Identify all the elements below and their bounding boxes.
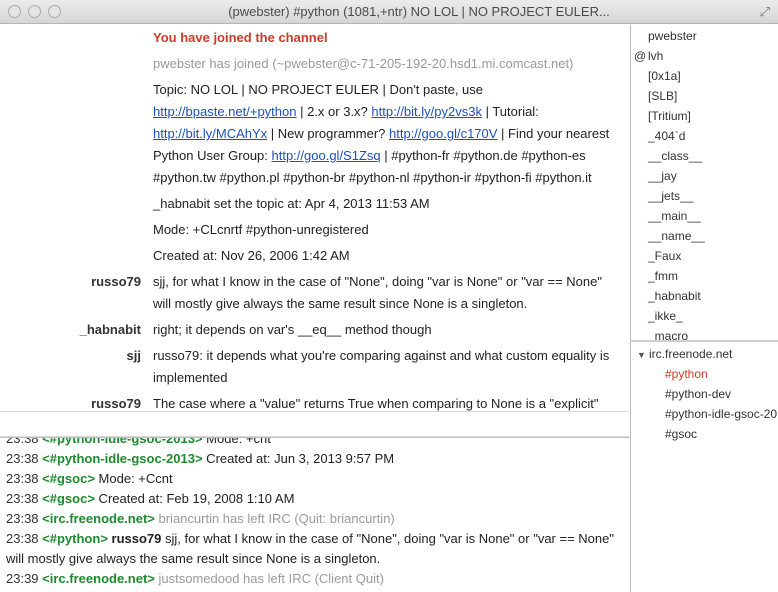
log-row: 23:38 <#python-idle-gsoc-2013> Created a… (6, 451, 395, 466)
user-item[interactable]: [SLB] (631, 86, 778, 106)
user-item[interactable]: _macro (631, 326, 778, 340)
disclosure-triangle-icon[interactable]: ▼ (637, 345, 649, 365)
user-item[interactable]: __class__ (631, 146, 778, 166)
log-row: 23:38 <irc.freenode.net> briancurtin has… (6, 511, 395, 526)
topic-link-py2vs3k[interactable]: http://bit.ly/py2vs3k (371, 104, 482, 119)
message-text: The case where a "value" returns True wh… (153, 396, 599, 411)
message-nick[interactable]: _habnabit (0, 319, 141, 341)
user-item[interactable]: _404`d (631, 126, 778, 146)
message-nick[interactable]: russo79 (0, 393, 141, 411)
user-item[interactable]: _ikke_ (631, 306, 778, 326)
log-row: 23:39 <irc.freenode.net> justsomedood ha… (6, 571, 384, 586)
chat-message: russo79 The case where a "value" returns… (0, 393, 629, 411)
message-text: russo79: it depends what you're comparin… (153, 348, 610, 385)
user-item[interactable]: [0x1a] (631, 66, 778, 86)
minimize-window-button[interactable] (28, 5, 41, 18)
mode-message: Mode: +CLcnrtf #python-unregistered (153, 222, 369, 237)
window-title: (pwebster) #python (1081,+ntr) NO LOL | … (228, 4, 610, 19)
tree-channel-python[interactable]: #python (631, 364, 778, 384)
title-bar: (pwebster) #python (1081,+ntr) NO LOL | … (0, 0, 778, 24)
log-row: 23:38 <#gsoc> Mode: +Ccnt (6, 471, 173, 486)
zoom-window-button[interactable] (48, 5, 61, 18)
user-item[interactable]: __main__ (631, 206, 778, 226)
fullscreen-icon[interactable]: ⤢ (760, 4, 770, 20)
tree-channel-python-idle-gsoc[interactable]: #python-idle-gsoc-20 (631, 404, 778, 424)
message-text: right; it depends on var's __eq__ method… (153, 322, 432, 337)
message-nick[interactable]: sjj (0, 345, 141, 367)
topic-link-user-group[interactable]: http://goo.gl/S1Zsq (272, 148, 381, 163)
message-nick[interactable]: russo79 (0, 271, 141, 293)
server-log[interactable]: 23:38 <#python-idle-gsoc-2013> Mode: +cn… (0, 437, 629, 592)
user-item[interactable]: __jets__ (631, 186, 778, 206)
log-row: 23:38 <#gsoc> Created at: Feb 19, 2008 1… (6, 491, 295, 506)
topic-link-new-programmer[interactable]: http://goo.gl/c170V (389, 126, 497, 141)
chat-view[interactable]: You have joined the channel pwebster has… (0, 25, 629, 411)
log-row: 23:38 <#python> russo79 sjj, for what I … (6, 531, 614, 566)
server-tree[interactable]: ▼ irc.freenode.net #python #python-dev #p… (630, 342, 778, 592)
user-item[interactable]: __jay (631, 166, 778, 186)
topic-set-message: _habnabit set the topic at: Apr 4, 2013 … (153, 196, 430, 211)
joined-notice: You have joined the channel (153, 30, 328, 45)
user-item[interactable]: _habnabit (631, 286, 778, 306)
topic-link-tutorial[interactable]: http://bit.ly/MCAhYx (153, 126, 267, 141)
chat-message: sjj russo79: it depends what you're comp… (0, 345, 629, 389)
message-input[interactable] (0, 412, 629, 436)
topic-link-bpaste[interactable]: http://bpaste.net/+python (153, 104, 296, 119)
tree-server-item[interactable]: ▼ irc.freenode.net (631, 344, 778, 364)
chat-message: _habnabit right; it depends on var's __e… (0, 319, 629, 341)
created-message: Created at: Nov 26, 2006 1:42 AM (153, 248, 350, 263)
close-window-button[interactable] (8, 5, 21, 18)
user-item[interactable]: [Tritium] (631, 106, 778, 126)
tree-channel-gsoc[interactable]: #gsoc (631, 424, 778, 444)
user-item[interactable]: pwebster (631, 26, 778, 46)
chat-message: russo79 sjj, for what I know in the case… (0, 271, 629, 315)
user-item[interactable]: __name__ (631, 226, 778, 246)
message-input-bar (0, 411, 629, 437)
user-item[interactable]: _Faux (631, 246, 778, 266)
tree-channel-python-dev[interactable]: #python-dev (631, 384, 778, 404)
user-item[interactable]: _fmm (631, 266, 778, 286)
message-text: sjj, for what I know in the case of "Non… (153, 274, 602, 311)
user-item[interactable]: @ lvh (631, 46, 778, 66)
user-list[interactable]: pwebster @ lvh [0x1a] [SLB] [Tritium] _40… (630, 25, 778, 340)
topic-message: Topic: NO LOL | NO PROJECT EULER | Don't… (153, 82, 610, 185)
log-row: 23:38 <#python-idle-gsoc-2013> Mode: +cn… (6, 437, 271, 446)
app-window: (pwebster) #python (1081,+ntr) NO LOL | … (0, 0, 778, 592)
join-message: pwebster has joined (~pwebster@c-71-205-… (153, 56, 574, 71)
